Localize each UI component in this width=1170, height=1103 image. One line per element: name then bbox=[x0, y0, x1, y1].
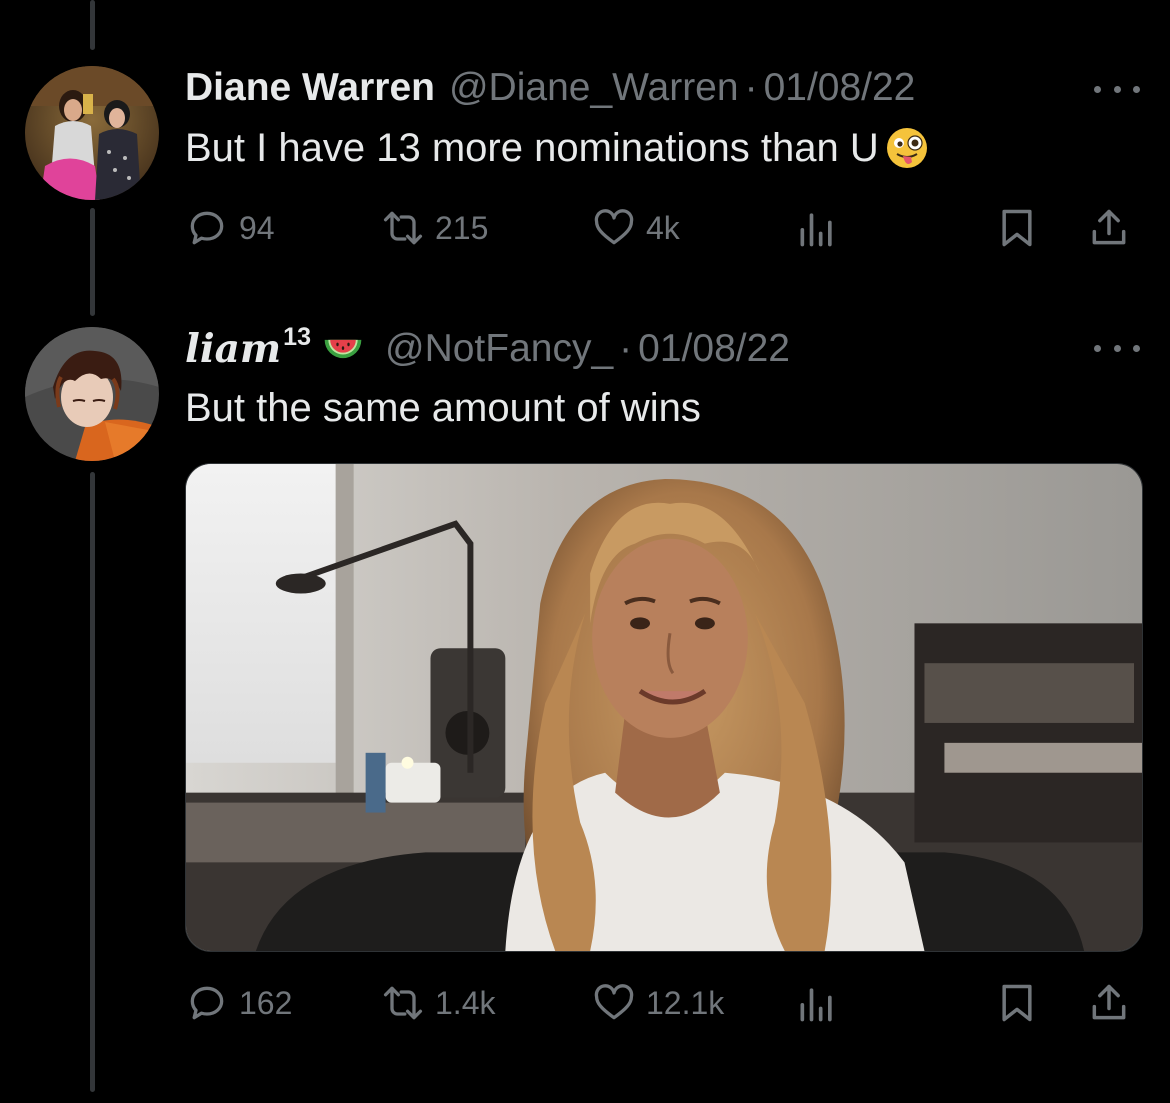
views-button[interactable] bbox=[795, 198, 847, 258]
tweet-header: Diane Warren @Diane_Warren · 01/08/22 bbox=[185, 66, 915, 110]
reply-count: 94 bbox=[239, 209, 275, 246]
heart-icon bbox=[594, 209, 634, 245]
watermelon-icon bbox=[324, 339, 362, 359]
analytics-icon bbox=[800, 213, 832, 247]
analytics-icon bbox=[800, 988, 832, 1022]
retweet-count: 215 bbox=[435, 209, 489, 246]
winking-face-with-tongue-icon bbox=[886, 128, 927, 168]
tweet-text-content: But the same amount of wins bbox=[185, 386, 701, 430]
reply-icon bbox=[190, 986, 224, 1020]
display-name-superscript: 13 bbox=[283, 323, 311, 351]
user-handle[interactable]: @NotFancy_ bbox=[385, 327, 613, 371]
like-count: 4k bbox=[646, 209, 680, 246]
bookmark-button[interactable] bbox=[995, 973, 1047, 1033]
display-name[interactable]: Diane Warren bbox=[185, 66, 435, 110]
share-icon bbox=[1092, 984, 1126, 1020]
tweet-actions: 94 215 4k bbox=[185, 198, 1140, 258]
views-button[interactable] bbox=[795, 973, 847, 1033]
tweet-header: liam 13 @NotFancy_ · 01/08/22 bbox=[185, 323, 790, 371]
retweet-icon bbox=[383, 211, 423, 245]
reply-button[interactable]: 94 bbox=[185, 198, 275, 258]
separator-dot: · bbox=[619, 327, 633, 370]
tweet-date[interactable]: 01/08/22 bbox=[638, 327, 790, 371]
retweet-count: 1.4k bbox=[435, 984, 496, 1021]
reply-button[interactable]: 162 bbox=[185, 973, 292, 1033]
retweet-button[interactable]: 215 bbox=[381, 198, 488, 258]
share-button[interactable] bbox=[1087, 973, 1139, 1033]
tweet-text-content: But I have 13 more nominations than U bbox=[185, 126, 879, 170]
tweet-diane-warren[interactable]: Diane Warren @Diane_Warren · 01/08/22 Bu… bbox=[0, 0, 1170, 300]
share-button[interactable] bbox=[1087, 198, 1139, 258]
user-handle[interactable]: @Diane_Warren bbox=[449, 66, 739, 110]
tweet-date[interactable]: 01/08/22 bbox=[764, 66, 916, 110]
tweet-text: But I have 13 more nominations than U bbox=[185, 124, 931, 172]
more-icon[interactable] bbox=[1094, 79, 1140, 99]
tweet-actions: 162 1.4k 12.1k bbox=[185, 973, 1140, 1033]
avatar[interactable] bbox=[25, 327, 159, 461]
like-button[interactable]: 4k bbox=[592, 198, 680, 258]
bookmark-icon bbox=[1002, 984, 1032, 1022]
like-count: 12.1k bbox=[646, 984, 725, 1021]
retweet-button[interactable]: 1.4k bbox=[381, 973, 495, 1033]
bookmark-icon bbox=[1002, 209, 1032, 247]
heart-icon bbox=[594, 984, 634, 1020]
share-icon bbox=[1092, 209, 1126, 245]
tweet-text: But the same amount of wins bbox=[185, 384, 701, 432]
bookmark-button[interactable] bbox=[995, 198, 1047, 258]
reply-count: 162 bbox=[239, 984, 293, 1021]
separator-dot: · bbox=[744, 66, 758, 109]
avatar[interactable] bbox=[25, 66, 159, 200]
like-button[interactable]: 12.1k bbox=[592, 973, 724, 1033]
retweet-icon bbox=[383, 986, 423, 1020]
tweet-media-gif[interactable] bbox=[185, 463, 1143, 952]
thread-view: Diane Warren @Diane_Warren · 01/08/22 Bu… bbox=[0, 0, 1170, 1103]
more-icon[interactable] bbox=[1094, 338, 1140, 358]
reply-icon bbox=[190, 211, 224, 245]
display-name[interactable]: liam bbox=[185, 327, 281, 371]
